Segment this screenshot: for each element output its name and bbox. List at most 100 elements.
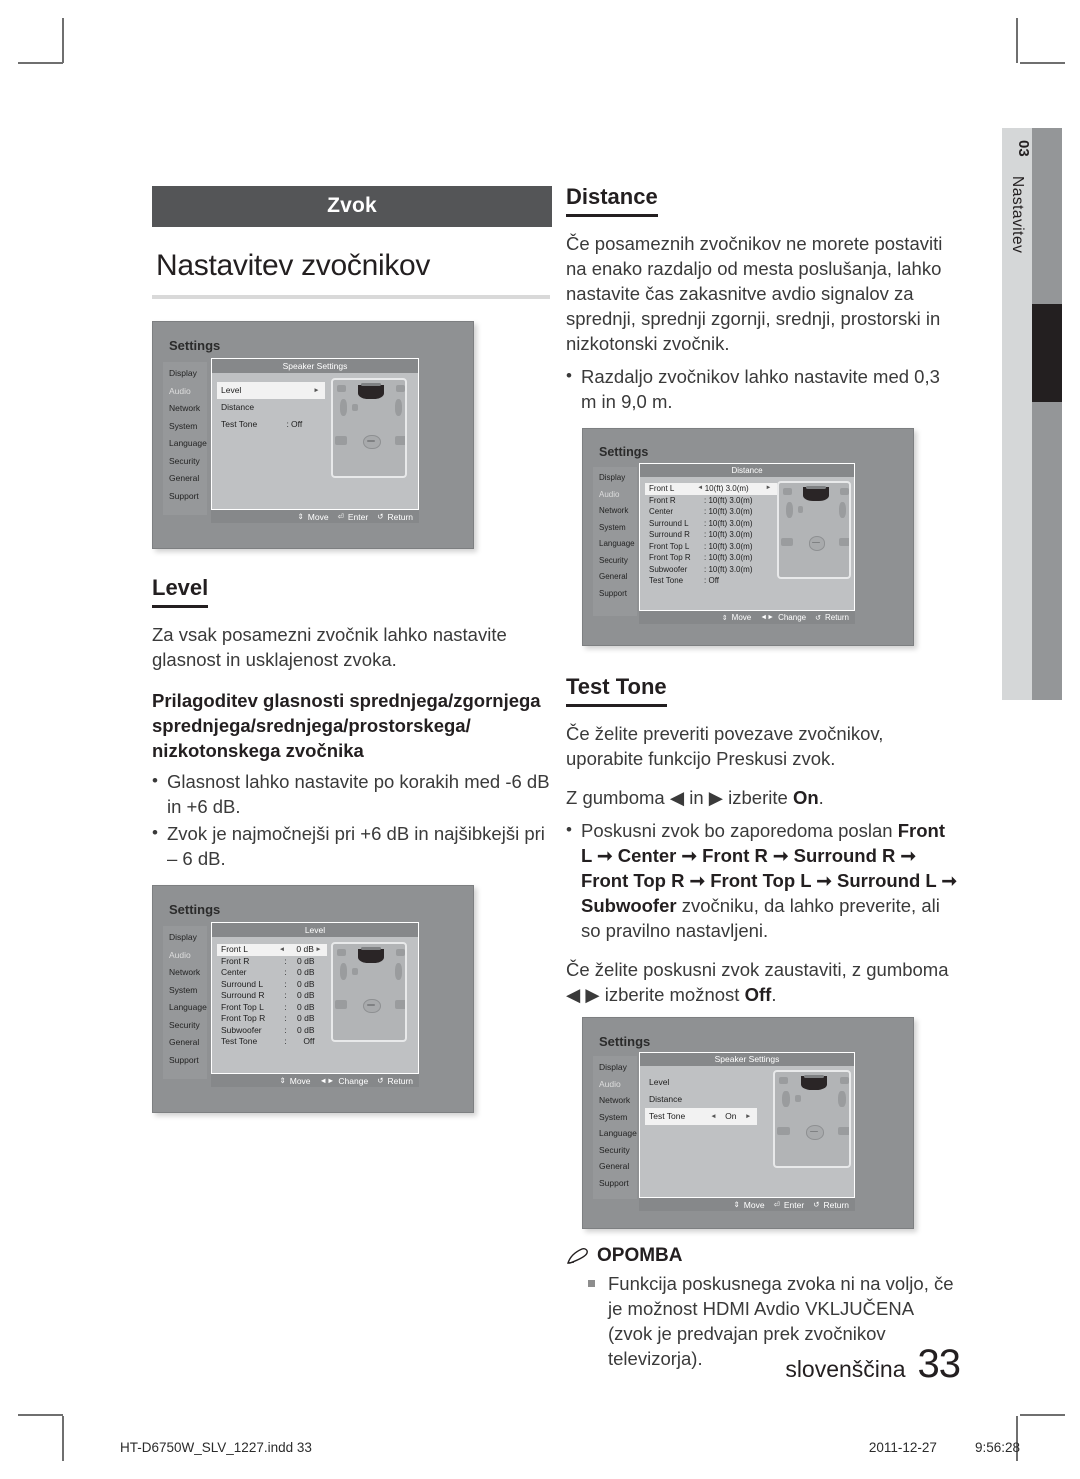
tv-panel-title: Distance bbox=[640, 464, 854, 477]
tv-footer-hint-label: Move bbox=[307, 511, 329, 522]
tv-nav-item[interactable]: Audio bbox=[593, 487, 637, 504]
tv-row[interactable]: Surround L : 10(ft) 3.0(m) bbox=[645, 518, 777, 530]
tv-row-right-arrow-icon[interactable]: ► bbox=[312, 382, 321, 399]
tv-row-left-arrow-icon[interactable]: ◄ bbox=[696, 483, 705, 495]
tv-row[interactable]: Level bbox=[645, 1074, 757, 1091]
tv-row[interactable]: Distance bbox=[217, 399, 325, 416]
tv-row[interactable]: Subwoofer : 0 dB bbox=[217, 1025, 327, 1037]
list-item: Zvok je najmočnejši pri +6 dB in najšibk… bbox=[152, 820, 552, 871]
tv-row-value: 10(ft) 3.0(m) bbox=[708, 553, 753, 562]
tv-nav-item[interactable]: Language bbox=[593, 536, 637, 553]
tv-row-label: Subwoofer bbox=[221, 1024, 262, 1035]
tv-row-value: 10(ft) 3.0(m) bbox=[704, 484, 749, 493]
right-column: Distance Če posameznih zvočnikov ne more… bbox=[566, 184, 958, 1371]
tv-nav-item[interactable]: Language bbox=[163, 435, 207, 453]
move-icon: ⇕ bbox=[733, 1200, 740, 1209]
tv-nav-item[interactable]: System bbox=[593, 1109, 637, 1126]
tv-row-left-arrow-icon[interactable]: ◄ bbox=[277, 944, 286, 956]
tv-nav-item[interactable]: Network bbox=[163, 400, 207, 418]
tv-nav-item[interactable]: General bbox=[593, 1158, 637, 1175]
tv-nav-item[interactable]: Support bbox=[163, 488, 207, 506]
tv-row-label: Front Top R bbox=[649, 553, 691, 562]
tv-row-label: Surround R bbox=[221, 990, 265, 1000]
tv-row[interactable]: Test Tone : Off bbox=[645, 575, 777, 587]
tv-row[interactable]: Subwoofer : 10(ft) 3.0(m) bbox=[645, 564, 777, 576]
tv-row-label: Level bbox=[649, 1077, 670, 1087]
tv-nav-item[interactable]: Language bbox=[163, 999, 207, 1017]
section-bar-zvok: Zvok bbox=[152, 186, 552, 227]
tv-nav-item[interactable]: System bbox=[163, 982, 207, 1000]
tv-row[interactable]: Front Top R : 10(ft) 3.0(m) bbox=[645, 552, 777, 564]
tv-row-right-arrow-icon[interactable]: ► bbox=[743, 1108, 753, 1125]
tv-row-right-arrow-icon[interactable]: ► bbox=[314, 944, 323, 956]
tv-nav-item[interactable]: Security bbox=[593, 553, 637, 570]
tv-nav-item[interactable]: Security bbox=[163, 1017, 207, 1035]
tv-row-right-arrow-icon[interactable]: ► bbox=[764, 483, 773, 495]
tv-row-separator: : bbox=[703, 507, 707, 516]
tv-row[interactable]: Front Top R : 0 dB bbox=[217, 1013, 327, 1025]
tv-row[interactable]: Center : 0 dB bbox=[217, 967, 327, 979]
tv-row[interactable]: Front L ◄ 0 dB ► bbox=[217, 944, 327, 956]
tv-nav-item[interactable]: General bbox=[163, 1034, 207, 1052]
distance-heading: Distance bbox=[566, 184, 658, 217]
distance-bullets: Razdaljo zvočnikov lahko nastavite med 0… bbox=[566, 363, 958, 414]
tv-nav-item[interactable]: Network bbox=[163, 964, 207, 982]
tv-row-label: Subwoofer bbox=[649, 564, 688, 574]
tv-row[interactable]: Front Top L : 0 dB bbox=[217, 1002, 327, 1014]
tv-row[interactable]: Test Tone ◄ On ► bbox=[645, 1108, 757, 1125]
tv-nav-item[interactable]: General bbox=[593, 569, 637, 586]
tv-nav-item[interactable]: Audio bbox=[163, 947, 207, 965]
tv-row-label: Front Top L bbox=[649, 541, 690, 551]
tt-p3-mid: izberite možnost bbox=[599, 984, 745, 1005]
return-icon: ↺ bbox=[377, 512, 384, 521]
tt-p2-post: izberite bbox=[723, 787, 793, 808]
tv-row[interactable]: Distance bbox=[645, 1091, 757, 1108]
tv-nav-item[interactable]: Support bbox=[593, 586, 637, 603]
tv-nav-item[interactable]: Network bbox=[593, 1092, 637, 1109]
tv-nav-item[interactable]: Audio bbox=[163, 383, 207, 401]
tv-nav-item[interactable]: Security bbox=[593, 1142, 637, 1159]
tv-row[interactable]: Front R : 0 dB bbox=[217, 956, 327, 968]
tv-nav-item[interactable]: Support bbox=[593, 1175, 637, 1192]
tt-p3-end: . bbox=[771, 984, 777, 1005]
tv-nav-item[interactable]: General bbox=[163, 470, 207, 488]
tv-row[interactable]: Center : 10(ft) 3.0(m) bbox=[645, 506, 777, 518]
tv-rows: Front L ◄ 10(ft) 3.0(m) ► Front R : 10(f… bbox=[645, 483, 777, 587]
tv-nav-item[interactable]: Display bbox=[593, 470, 637, 487]
tv-footer-hint-label: Move bbox=[743, 1199, 765, 1210]
tv-nav-item[interactable]: Display bbox=[593, 1059, 637, 1076]
tv-row[interactable]: Surround R : 0 dB bbox=[217, 990, 327, 1002]
tv-nav-item[interactable]: Display bbox=[163, 929, 207, 947]
tv-row[interactable]: Test Tone : Off bbox=[217, 416, 325, 433]
tv-row-left-arrow-icon[interactable]: ◄ bbox=[709, 1108, 719, 1125]
footer-time: 9:56:28 bbox=[974, 1440, 1020, 1455]
tv-row-value: 10(ft) 3.0(m) bbox=[708, 495, 753, 505]
print-footer: HT-D6750W_SLV_1227.indd 33 2011-12-27 9:… bbox=[120, 1440, 1020, 1455]
tv-row-value: 10(ft) 3.0(m) bbox=[708, 518, 753, 528]
tv-row[interactable]: Front L ◄ 10(ft) 3.0(m) ► bbox=[645, 483, 777, 495]
test-tone-block: Test Tone Če želite preveriti povezave z… bbox=[566, 674, 958, 1007]
tv-row-separator: : bbox=[703, 553, 707, 562]
tv-row[interactable]: Surround L : 0 dB bbox=[217, 979, 327, 991]
tv-row-separator: : bbox=[703, 518, 707, 528]
tv-nav-item[interactable]: Network bbox=[593, 503, 637, 520]
tv-nav-item[interactable]: Security bbox=[163, 453, 207, 471]
tv-nav-item[interactable]: Audio bbox=[593, 1076, 637, 1093]
tv-row[interactable]: Front Top L : 10(ft) 3.0(m) bbox=[645, 541, 777, 553]
level-bold-heading: Prilagoditev glasnosti sprednjega/zgornj… bbox=[152, 690, 541, 761]
tv-title: Settings bbox=[599, 445, 649, 459]
tv-row-label: Test Tone bbox=[221, 419, 258, 429]
left-arrow-icon: ◀ bbox=[669, 787, 685, 808]
page-footer-number: slovenščina 33 bbox=[785, 1342, 961, 1387]
tv-row[interactable]: Front R : 10(ft) 3.0(m) bbox=[645, 495, 777, 507]
tv-row[interactable]: Level ► bbox=[217, 382, 325, 399]
tv-row[interactable]: Surround R : 10(ft) 3.0(m) bbox=[645, 529, 777, 541]
tv-row[interactable]: Test Tone : Off bbox=[217, 1036, 327, 1048]
tv-nav-item[interactable]: Display bbox=[163, 365, 207, 383]
tv-nav-item[interactable]: System bbox=[593, 520, 637, 537]
tv-row-label: Surround L bbox=[649, 518, 689, 528]
tv-footer-hint: ⇕ Move bbox=[722, 613, 751, 622]
tv-nav-item[interactable]: System bbox=[163, 418, 207, 436]
tv-nav-item[interactable]: Language bbox=[593, 1125, 637, 1142]
tv-nav-item[interactable]: Support bbox=[163, 1052, 207, 1070]
